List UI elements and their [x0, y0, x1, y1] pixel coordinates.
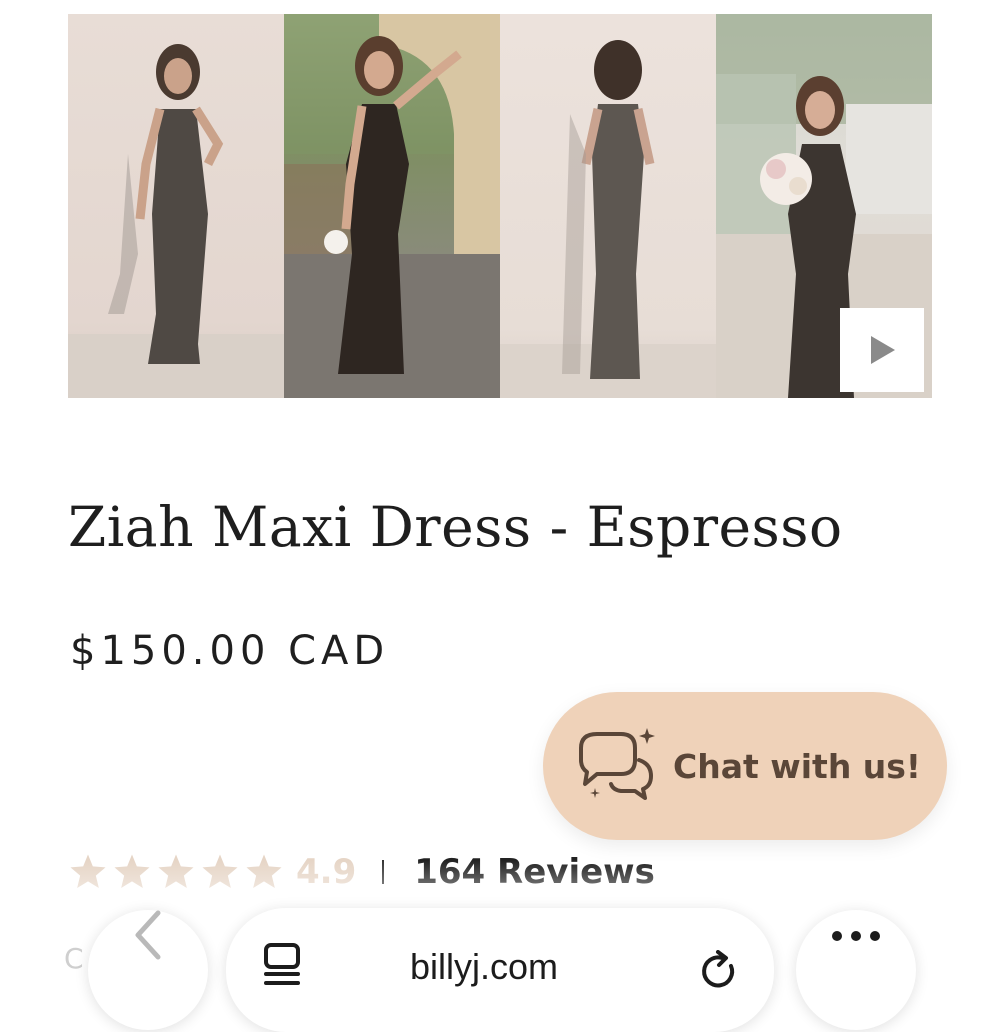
product-gallery[interactable]	[68, 14, 932, 398]
video-play-button[interactable]	[840, 308, 924, 392]
model-arch-illustration	[284, 14, 500, 398]
chat-with-us-button[interactable]: Chat with us!	[543, 692, 947, 840]
reload-icon[interactable]	[700, 950, 740, 992]
more-icon	[832, 931, 880, 941]
browser-toolbar: billyj.com	[0, 900, 1000, 1032]
product-photo-back[interactable]	[500, 14, 716, 398]
product-title: Ziah Maxi Dress - Espresso	[68, 495, 843, 559]
back-button[interactable]	[88, 910, 208, 1030]
chat-label: Chat with us!	[673, 746, 921, 786]
address-bar[interactable]: billyj.com	[226, 908, 774, 1032]
chat-bubbles-icon	[579, 728, 655, 800]
product-photo-arch[interactable]	[284, 14, 500, 398]
chevron-left-icon	[135, 910, 161, 960]
model-front-illustration	[68, 44, 284, 398]
product-price: $150.00 CAD	[70, 628, 390, 674]
product-photo-front[interactable]	[68, 14, 284, 398]
reader-mode-icon[interactable]	[262, 942, 302, 990]
url-text[interactable]: billyj.com	[410, 946, 558, 988]
product-photo-bouquet[interactable]	[716, 14, 932, 398]
model-back-illustration	[500, 40, 716, 398]
play-icon	[871, 336, 895, 364]
more-options-button[interactable]	[796, 910, 916, 1030]
